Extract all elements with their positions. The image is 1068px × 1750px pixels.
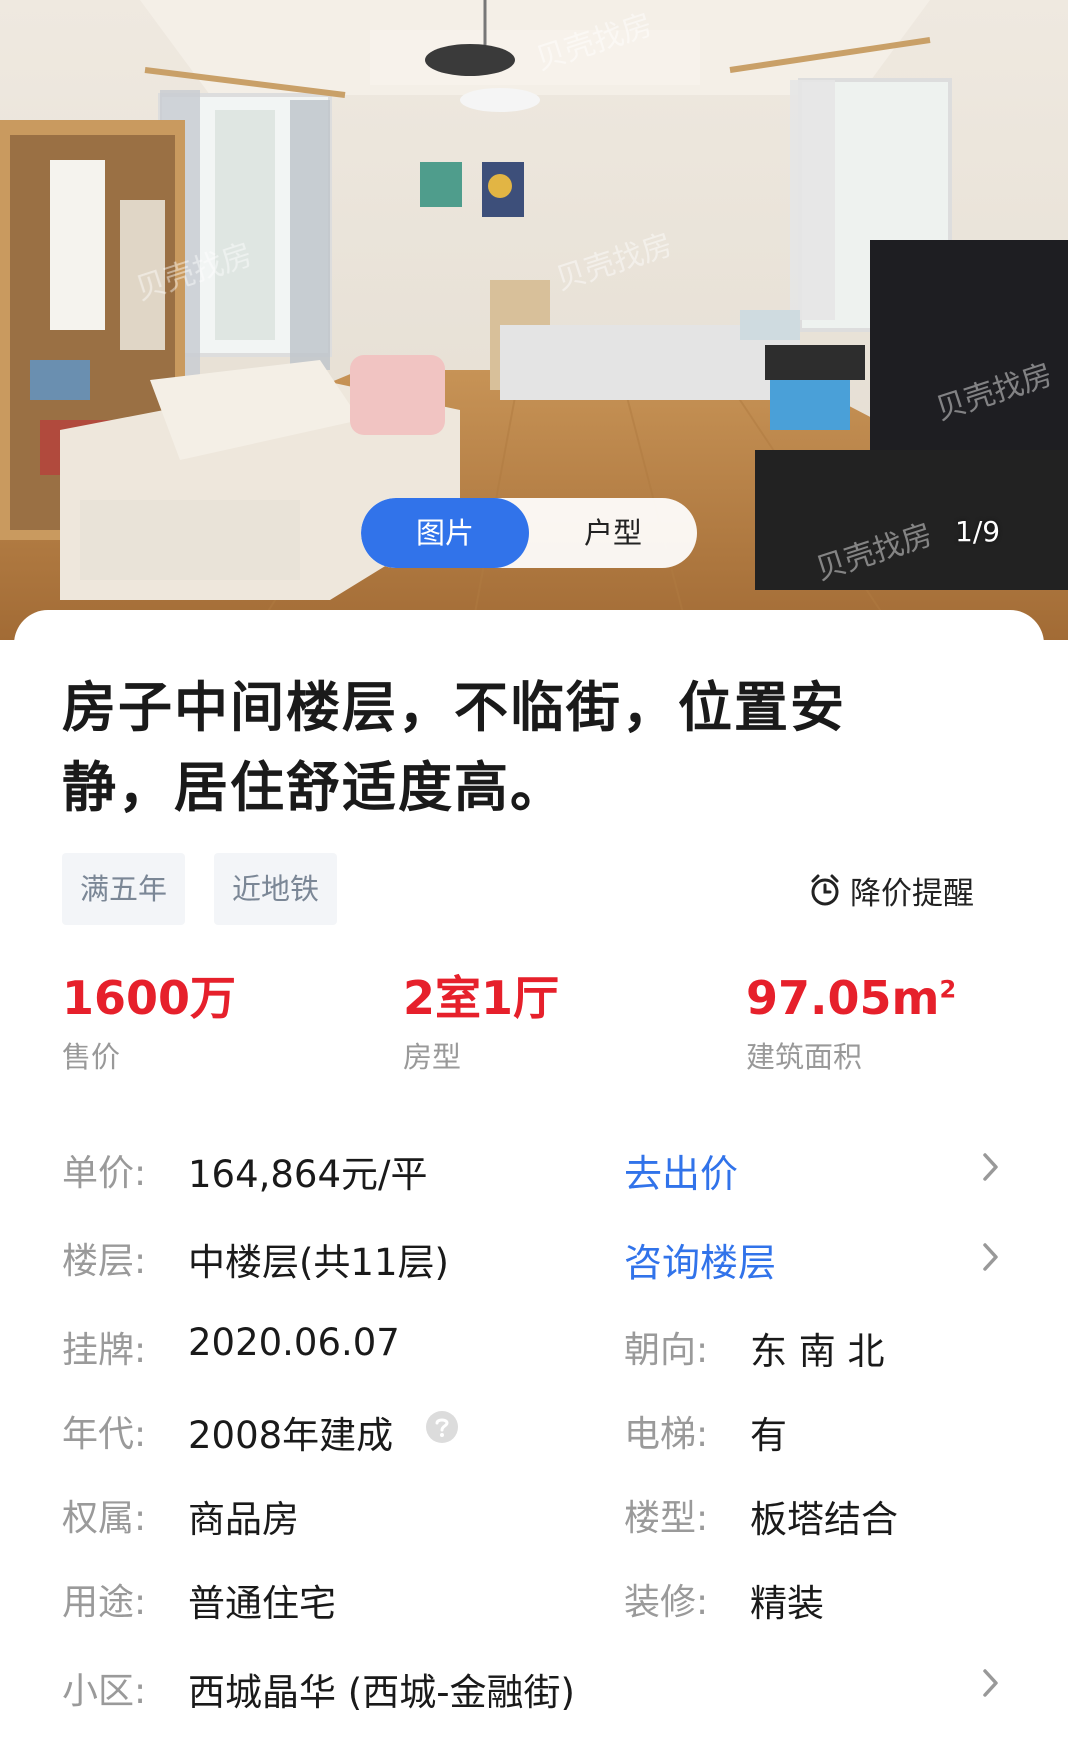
tab-floorplan[interactable]: 户型: [529, 498, 697, 568]
building-type-value: 板塔结合: [750, 1498, 898, 1541]
build-year-value: 2008年建成: [188, 1414, 394, 1457]
orientation-label: 朝向:: [624, 1330, 709, 1371]
decoration-label: 装修:: [624, 1582, 709, 1623]
usage-value: 普通住宅: [188, 1582, 336, 1625]
question-help-icon[interactable]: [425, 1410, 459, 1444]
alarm-clock-icon: [811, 874, 839, 906]
listing-title: 房子中间楼层，不临街，位置安静，居住舒适度高。: [62, 676, 846, 819]
consult-floor-link[interactable]: 咨询楼层: [624, 1232, 776, 1287]
ownership-label: 权属:: [62, 1498, 147, 1539]
media-tab-switch: 图片 户型: [361, 498, 697, 568]
tag-five-years: 满五年: [62, 853, 186, 925]
floor-label: 楼层:: [62, 1241, 147, 1282]
price-value: 1600万: [62, 971, 237, 1025]
price-label: 售价: [62, 1040, 121, 1074]
area-value: 97.05m2: [746, 971, 957, 1025]
chevron-right-icon[interactable]: [980, 1240, 1002, 1274]
community-value[interactable]: 西城晶华 (西城-金融街): [188, 1662, 575, 1716]
stat-layout: 2室1厅 房型: [403, 970, 559, 1076]
stat-price: 1600万 售价: [62, 970, 236, 1076]
listed-date-value: 2020.06.07: [188, 1321, 400, 1364]
unit-price-value: 164,864元/平: [188, 1153, 428, 1196]
usage-label: 用途:: [62, 1582, 147, 1623]
price-drop-alert-label: 降价提醒: [850, 875, 974, 912]
tab-photos[interactable]: 图片: [361, 498, 529, 568]
elevator-label: 电梯:: [624, 1414, 709, 1455]
chevron-right-icon[interactable]: [980, 1150, 1002, 1184]
elevator-value: 有: [750, 1414, 787, 1457]
chevron-right-icon[interactable]: [980, 1666, 1002, 1700]
ownership-value: 商品房: [188, 1498, 299, 1541]
price-drop-alert-button[interactable]: 降价提醒: [808, 868, 974, 912]
make-offer-link[interactable]: 去出价: [624, 1143, 738, 1198]
build-year-label: 年代:: [62, 1414, 147, 1455]
listing-photo[interactable]: 贝壳找房 贝壳找房 贝壳找房 贝壳找房 贝壳找房 图片 户型 1/9: [0, 0, 1068, 640]
area-label: 建筑面积: [746, 1040, 863, 1074]
photo-counter: 1/9: [955, 515, 1001, 548]
orientation-value: 东 南 北: [750, 1330, 885, 1373]
stat-area: 97.05m2 建筑面积: [746, 970, 956, 1076]
building-type-label: 楼型:: [624, 1498, 709, 1539]
unit-price-label: 单价:: [62, 1153, 147, 1194]
layout-label: 房型: [403, 1040, 462, 1074]
floor-value: 中楼层(共11层): [188, 1241, 449, 1284]
community-label: 小区:: [62, 1671, 147, 1712]
decoration-value: 精装: [750, 1582, 824, 1625]
listed-date-label: 挂牌:: [62, 1330, 147, 1371]
layout-value: 2室1厅: [403, 971, 560, 1025]
tag-near-subway: 近地铁: [214, 853, 338, 925]
